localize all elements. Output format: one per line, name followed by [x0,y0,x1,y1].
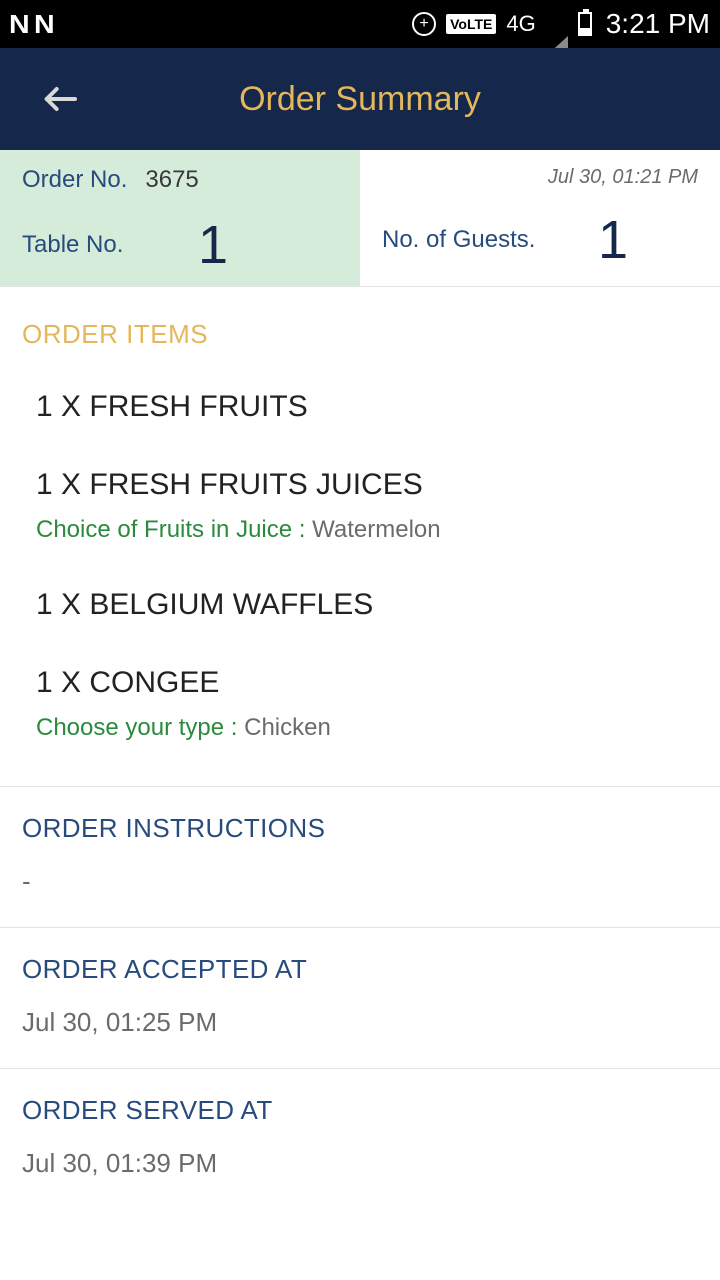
app-bar: Order Summary [0,48,720,150]
order-no-label: Order No. [22,166,127,194]
order-info-row: Order No. 3675 Table No. 1 Jul 30, 01:21… [0,150,720,287]
order-accepted-value: Jul 30, 01:25 PM [22,1007,698,1038]
android-status-bar: N N + VoLTE 4G 3:21 PM [0,0,720,48]
order-info-right: Jul 30, 01:21 PM No. of Guests. 1 [360,150,720,286]
order-item-option-label: Choice of Fruits in Juice : [36,516,305,543]
order-items-header: ORDER ITEMS [22,319,698,350]
order-item-option-value: Watermelon [312,516,440,543]
order-item-title: 1 X BELGIUM WAFFLES [36,588,698,622]
guests-label: No. of Guests. [382,226,535,254]
status-clock: 3:21 PM [606,8,710,40]
network-type: 4G [506,11,535,37]
order-timestamp: Jul 30, 01:21 PM [382,166,698,189]
signal-icon [546,11,568,37]
guests-value: 1 [598,209,698,271]
alarm-plus-icon: + [412,12,436,36]
order-item-title: 1 X FRESH FRUITS [36,390,698,424]
order-no-value: 3675 [145,166,198,194]
order-item-option-value: Chicken [244,714,331,741]
order-item-title: 1 X CONGEE [36,666,698,700]
battery-charging-icon [578,12,592,36]
table-no-value: 1 [198,214,338,276]
order-served-value: Jul 30, 01:39 PM [22,1148,698,1179]
order-instructions-section: ORDER INSTRUCTIONS - [0,786,720,927]
order-info-left: Order No. 3675 Table No. 1 [0,150,360,286]
order-instructions-value: - [22,866,698,897]
notification-icon: N [34,9,55,40]
order-served-label: ORDER SERVED AT [22,1095,698,1126]
order-item: 1 X FRESH FRUITS [36,390,698,424]
order-item: 1 X FRESH FRUITS JUICES Choice of Fruits… [36,468,698,544]
table-no-label: Table No. [22,231,123,259]
order-item-option-label: Choose your type : [36,714,237,741]
back-button[interactable] [40,79,80,119]
order-served-section: ORDER SERVED AT Jul 30, 01:39 PM [0,1068,720,1209]
order-item-title: 1 X FRESH FRUITS JUICES [36,468,698,502]
order-instructions-label: ORDER INSTRUCTIONS [22,813,698,844]
order-items-section: ORDER ITEMS 1 X FRESH FRUITS 1 X FRESH F… [0,287,720,742]
order-accepted-section: ORDER ACCEPTED AT Jul 30, 01:25 PM [0,927,720,1068]
order-item: 1 X BELGIUM WAFFLES [36,588,698,622]
volte-icon: VoLTE [446,14,496,34]
notification-icon: N [9,9,30,40]
order-item: 1 X CONGEE Choose your type : Chicken [36,666,698,742]
order-accepted-label: ORDER ACCEPTED AT [22,954,698,985]
page-title: Order Summary [0,80,720,119]
